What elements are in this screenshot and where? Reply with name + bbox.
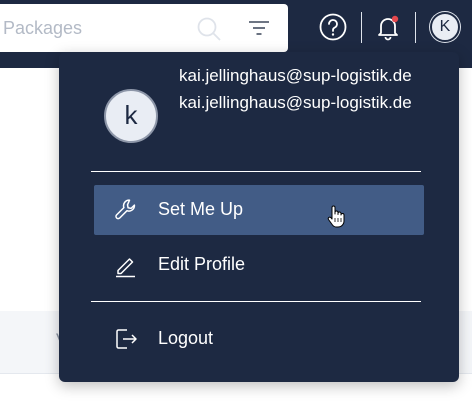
menu-item-label: Set Me Up xyxy=(158,199,244,219)
profile-info: kai.jellinghaus@sup-logistik.de kai.jell… xyxy=(179,63,449,116)
search-box xyxy=(0,4,288,52)
menu-item-label: Logout xyxy=(158,328,214,348)
menu-item-label: Edit Profile xyxy=(158,254,246,274)
profile-email-primary: kai.jellinghaus@sup-logistik.de xyxy=(179,66,412,85)
logout-icon xyxy=(116,329,137,349)
user-avatar-button[interactable]: K xyxy=(430,12,460,42)
menu-item-edit-profile[interactable]: Edit Profile xyxy=(94,240,424,290)
menu-item-set-me-up[interactable]: Set Me Up xyxy=(94,185,424,235)
pencil-icon xyxy=(116,258,135,278)
wrench-icon xyxy=(115,199,136,220)
search-icon[interactable] xyxy=(196,16,222,42)
profile-dropdown-menu: k kai.jellinghaus@sup-logistik.de kai.je… xyxy=(59,52,459,382)
notification-bell-icon[interactable] xyxy=(373,12,403,42)
filter-icon[interactable] xyxy=(248,19,270,37)
header-divider xyxy=(415,12,416,43)
hand-cursor-icon xyxy=(327,205,345,228)
help-icon[interactable] xyxy=(318,12,348,42)
notification-dot xyxy=(391,15,399,23)
search-input[interactable] xyxy=(0,4,180,52)
menu-item-logout[interactable]: Logout xyxy=(94,314,424,364)
profile-avatar: k xyxy=(104,89,158,143)
menu-divider xyxy=(91,171,421,172)
header-divider xyxy=(361,12,362,43)
profile-email-secondary: kai.jellinghaus@sup-logistik.de xyxy=(179,92,412,112)
menu-divider xyxy=(91,301,421,302)
